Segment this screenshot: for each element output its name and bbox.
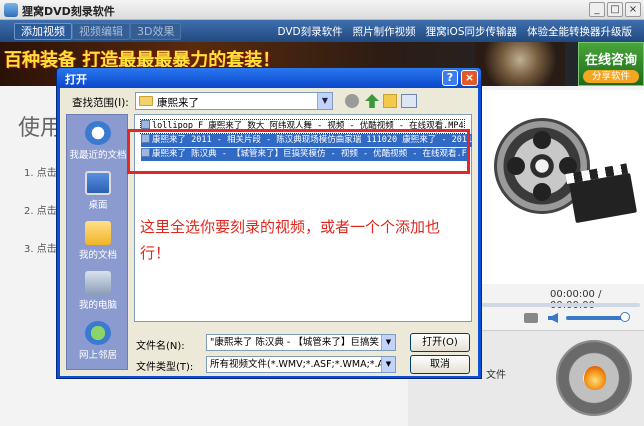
place-my-computer[interactable]: 我的电脑: [67, 271, 129, 311]
maximize-button[interactable]: □: [607, 2, 623, 17]
fit-file-label: 文件: [486, 370, 506, 381]
dialog-title: 打开: [65, 73, 87, 86]
filename-input[interactable]: "康熙来了 陈汉典 - 【城管来了】巨搞笑 ▼: [206, 334, 396, 351]
link-ios-transfer[interactable]: 狸窝iOS同步传输器: [426, 24, 517, 39]
snapshot-camera-icon[interactable]: [524, 313, 538, 323]
back-icon[interactable]: [345, 94, 359, 108]
tab-video-edit[interactable]: 视频编辑: [72, 23, 130, 40]
folder-icon: [139, 96, 153, 106]
chevron-down-icon[interactable]: ▼: [317, 93, 332, 109]
app-title: 狸窝DVD刻录软件: [22, 5, 115, 18]
dialog-body: 查找范围(I): 康熙来了 ▼ 我最近的文档 桌面 我的文档 我的电脑 网上邻居…: [60, 88, 478, 376]
app-menubar: 添加视频 视频编辑 3D效果 DVD刻录软件 照片制作视频 狸窝iOS同步传输器…: [0, 20, 644, 42]
app-title-bar: 狸窝DVD刻录软件 _ □ ×: [0, 0, 644, 20]
chevron-down-icon[interactable]: ▼: [381, 335, 395, 350]
my-documents-icon: [85, 221, 111, 245]
place-label: 我最近的文档: [69, 150, 127, 161]
app-logo-icon: [4, 3, 18, 17]
window-controls: _ □ ×: [589, 2, 641, 17]
place-label: 我的电脑: [78, 300, 117, 311]
help-button[interactable]: ?: [442, 70, 458, 86]
dialog-title-bar[interactable]: 打开 ? ×: [57, 68, 481, 88]
up-folder-icon[interactable]: [365, 94, 379, 108]
burn-button[interactable]: [556, 340, 632, 416]
minimize-button[interactable]: _: [589, 2, 605, 17]
selection-highlight-box: [127, 129, 470, 174]
link-dvd-burner[interactable]: DVD刻录软件: [277, 24, 342, 39]
place-network[interactable]: 网上邻居: [67, 321, 129, 361]
place-label: 我的文档: [78, 250, 117, 261]
top-links: DVD刻录软件 照片制作视频 狸窝iOS同步传输器 体验全能转换器升级版: [277, 24, 632, 39]
tab-3d-effect[interactable]: 3D效果: [130, 23, 182, 40]
filename-value: "康熙来了 陈汉典 - 【城管来了】巨搞笑: [210, 337, 379, 348]
look-in-label: 查找范围(I):: [72, 97, 129, 109]
flame-icon: [584, 366, 606, 390]
close-app-button[interactable]: ×: [625, 2, 641, 17]
views-menu-icon[interactable]: [401, 94, 417, 108]
step-3: 3. 点击: [24, 244, 57, 255]
chevron-down-icon[interactable]: ▼: [381, 357, 395, 372]
look-in-dropdown[interactable]: 康熙来了 ▼: [135, 92, 333, 110]
network-icon: [85, 321, 111, 345]
online-consult-button[interactable]: 在线咨询 分享软件: [578, 42, 644, 86]
share-software-button[interactable]: 分享软件: [583, 70, 639, 83]
cancel-button[interactable]: 取消: [410, 355, 470, 374]
open-file-dialog: 打开 ? × 查找范围(I): 康熙来了 ▼ 我最近的文档 桌面 我的文档 我的…: [56, 67, 482, 379]
place-desktop[interactable]: 桌面: [67, 171, 129, 211]
consult-title: 在线咨询: [585, 53, 638, 68]
playback-time: 00:00:00 / 00:00:00: [550, 289, 602, 311]
place-recent[interactable]: 我最近的文档: [67, 121, 129, 161]
look-in-value: 康熙来了: [157, 97, 199, 109]
banner-warrior-image: [475, 42, 565, 86]
tutorial-annotation: 这里全选你要刻录的视频，或者一个个添加也行！: [140, 218, 441, 262]
step-1: 1. 点击: [24, 168, 57, 179]
dialog-close-button[interactable]: ×: [461, 70, 478, 86]
step-2: 2. 点击: [24, 206, 57, 217]
video-file-icon: [141, 120, 150, 129]
tab-add-video[interactable]: 添加视频: [14, 23, 72, 40]
place-my-documents[interactable]: 我的文档: [67, 221, 129, 261]
volume-slider[interactable]: [566, 316, 625, 320]
place-label: 网上邻居: [78, 350, 117, 361]
link-photo-video[interactable]: 照片制作视频: [353, 24, 416, 39]
places-bar: 我最近的文档 桌面 我的文档 我的电脑 网上邻居: [66, 114, 128, 370]
open-button[interactable]: 打开(O): [410, 333, 470, 352]
filetype-select[interactable]: 所有视频文件(*.WMV;*.ASF;*.WMA;*.AVI; ▼: [206, 356, 396, 373]
link-converter-upgrade[interactable]: 体验全能转换器升级版: [527, 24, 632, 39]
filename-label: 文件名(N):: [136, 341, 185, 352]
new-folder-icon[interactable]: [383, 94, 397, 108]
filetype-label: 文件类型(T):: [136, 362, 194, 373]
volume-slider-knob[interactable]: [620, 312, 630, 322]
desktop-icon: [85, 171, 111, 195]
place-label: 桌面: [88, 200, 108, 211]
recent-documents-icon: [85, 121, 111, 145]
filetype-value: 所有视频文件(*.WMV;*.ASF;*.WMA;*.AVI;: [210, 359, 396, 370]
my-computer-icon: [85, 271, 111, 295]
